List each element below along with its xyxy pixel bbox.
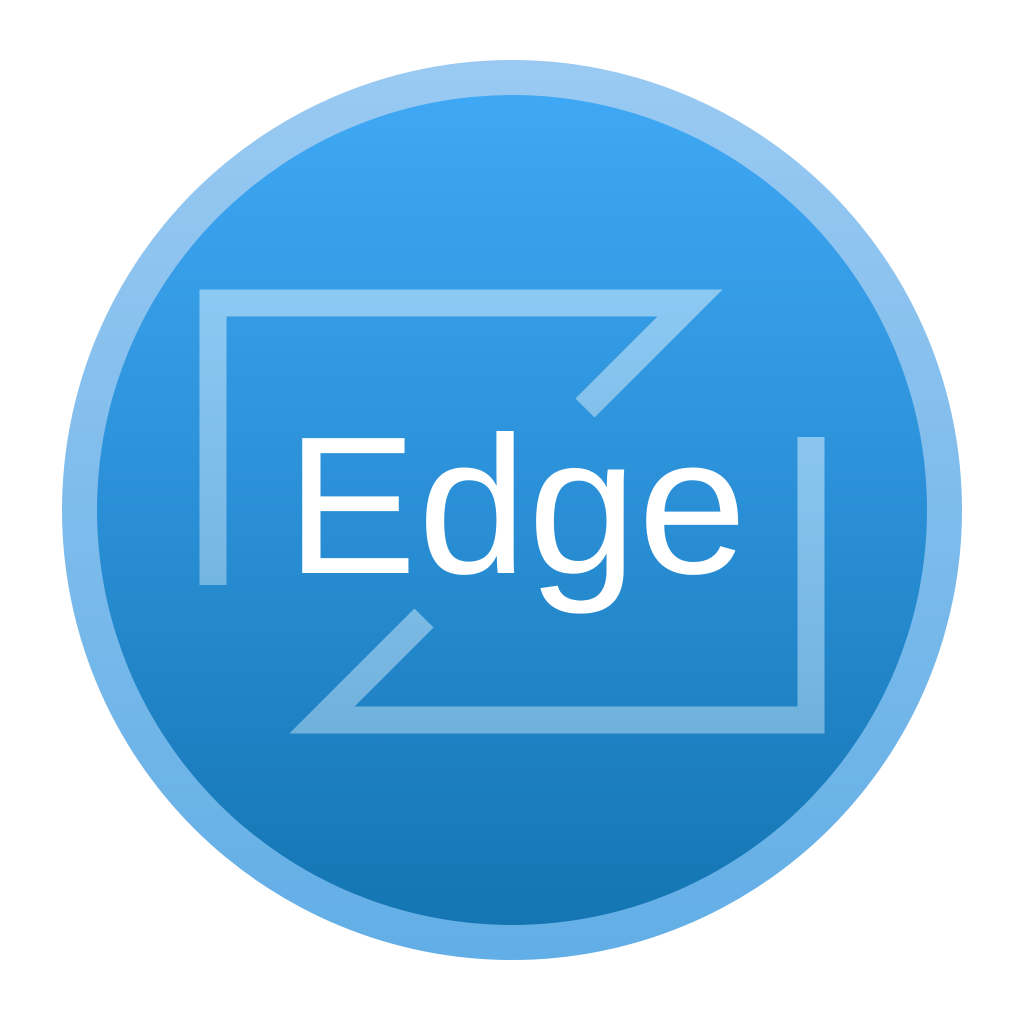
app-name-label: Edge	[286, 396, 748, 615]
app-icon-stage: Edge	[0, 0, 1024, 1024]
